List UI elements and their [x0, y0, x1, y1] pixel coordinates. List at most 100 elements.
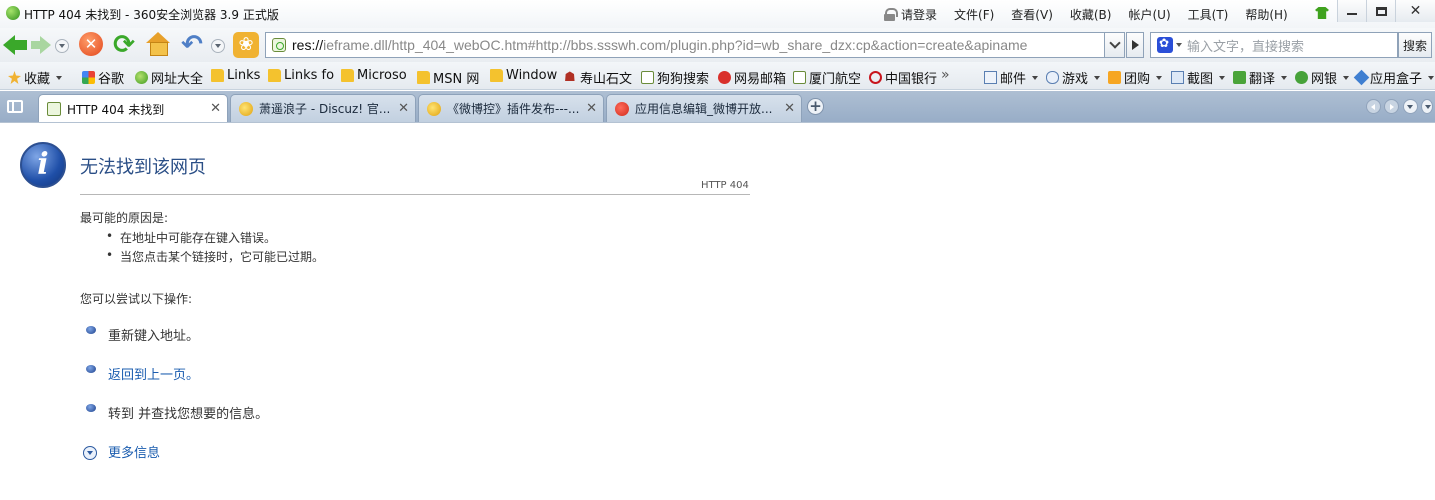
tool-games[interactable]: 游戏 [1046, 68, 1101, 87]
stop-icon[interactable]: ✕ [79, 32, 103, 56]
tool-groupbuy[interactable]: 团购 [1108, 68, 1163, 87]
bookmark-label: 谷歌 [98, 72, 125, 87]
tab-close-icon[interactable]: ✕ [784, 102, 795, 115]
bullet-icon [86, 365, 96, 373]
back-arrow-icon[interactable] [3, 32, 29, 58]
more-info-link[interactable]: 更多信息 [108, 442, 160, 461]
bookmark-msn[interactable]: MSN 网 [417, 68, 479, 87]
close-window-button[interactable]: ✕ [1395, 0, 1435, 22]
dropdown-icon [1219, 75, 1226, 80]
minimize-button[interactable] [1337, 0, 1366, 22]
bookmark-shoushan[interactable]: ☗ 寿山石文 [564, 68, 632, 87]
screenshot-icon [1171, 71, 1184, 84]
bookmark-windows[interactable]: Window [490, 68, 557, 83]
bookmark-label: MSN 网 [433, 72, 480, 87]
maximize-button[interactable] [1366, 0, 1395, 22]
tab-discuz[interactable]: 萧遥浪子 - Discuz! 官... ✕ [230, 94, 416, 122]
tool-label: 团购 [1124, 72, 1151, 87]
menu-view[interactable]: 查看(V) [1011, 6, 1053, 23]
bookmark-label: 狗狗搜索 [657, 72, 710, 87]
bookmarks-bar: 收藏 谷歌 网址大全 Links Links fo Microso MSN 网 … [0, 62, 1435, 90]
tab-title: 萧遥浪子 - Discuz! 官... [259, 102, 391, 116]
tab-title: HTTP 404 未找到 [67, 102, 165, 117]
dropdown-icon [56, 75, 63, 80]
paw-icon[interactable] [233, 32, 259, 58]
stone-icon: ☗ [564, 70, 576, 85]
bookmark-label: 中国银行 [885, 72, 938, 87]
refresh-icon[interactable] [111, 32, 137, 58]
user-lock-icon [884, 8, 898, 21]
menu-account[interactable]: 帐户(U) [1128, 6, 1170, 23]
undo-dropdown-icon[interactable] [211, 39, 225, 53]
undo-close-tab-icon[interactable] [179, 32, 205, 58]
home-icon[interactable] [145, 32, 171, 58]
tab-list-icon[interactable] [1403, 99, 1418, 114]
title-bar: HTTP 404 未找到 - 360安全浏览器 3.9 正式版 请登录 文件(F… [0, 0, 1435, 28]
tab-close-icon[interactable]: ✕ [210, 102, 221, 115]
go-back-link[interactable]: 返回到上一页。 [108, 364, 199, 383]
tool-mail[interactable]: 邮件 [984, 68, 1039, 87]
bookmark-label: Links fo [284, 68, 335, 83]
causes-heading: 最可能的原因是: [80, 211, 169, 225]
url-path: ieframe.dll/http_404_webOC.htm#http://bb… [323, 37, 1028, 53]
app-box-icon [1353, 69, 1370, 86]
menu-favorites[interactable]: 收藏(B) [1070, 6, 1112, 23]
tab-title: 应用信息编辑_微博开放... [635, 102, 773, 116]
gamepad-icon [1046, 71, 1059, 84]
group-buy-icon [1108, 71, 1121, 84]
tab-close-icon[interactable]: ✕ [586, 102, 597, 115]
navigation-bar: ✕ res://ieframe.dll/http_404_webOC.htm#h… [0, 28, 1435, 62]
tool-ebank[interactable]: 网银 [1295, 68, 1350, 87]
bookmark-label: 网址大全 [151, 72, 204, 87]
expand-more-icon[interactable] [83, 446, 97, 460]
dropdown-icon [1428, 75, 1435, 80]
bank-of-china-icon [869, 71, 882, 84]
search-input[interactable]: 输入文字，直接搜索 [1150, 32, 1398, 58]
tool-translate[interactable]: 翻译 [1233, 68, 1288, 87]
bookmark-label: 寿山石文 [580, 72, 633, 87]
new-tab-button[interactable]: + [807, 98, 824, 115]
folder-icon [417, 71, 430, 84]
search-button[interactable]: 搜索 [1398, 32, 1432, 58]
bookmark-links-for[interactable]: Links fo [268, 68, 334, 83]
address-dropdown-button[interactable] [1105, 32, 1125, 58]
sidebar-toggle-icon[interactable] [7, 100, 23, 113]
login-button[interactable]: 请登录 [884, 6, 937, 23]
bookmark-boc[interactable]: 中国银行 [869, 68, 937, 87]
search-engine-icon[interactable] [1157, 36, 1173, 53]
tool-app-box[interactable]: 应用盒子 [1353, 68, 1435, 87]
engine-dropdown-icon[interactable] [1176, 43, 1182, 47]
forward-arrow-icon[interactable] [31, 32, 53, 58]
address-bar[interactable]: res://ieframe.dll/http_404_webOC.htm#htt… [265, 32, 1105, 58]
menu-help[interactable]: 帮助(H) [1245, 6, 1287, 23]
bookmark-label: Microso [357, 68, 407, 83]
bookmark-163-mail[interactable]: 网易邮箱 [718, 68, 786, 87]
tab-scroll-right-icon[interactable] [1384, 99, 1399, 114]
bookmark-google[interactable]: 谷歌 [82, 68, 124, 87]
cause-text: 当您点击某个链接时，它可能已过期。 [120, 250, 325, 264]
bullet-icon [86, 404, 96, 412]
tool-screenshot[interactable]: 截图 [1171, 68, 1226, 87]
tab-http-404[interactable]: HTTP 404 未找到 ✕ [38, 94, 228, 123]
tab-strip: HTTP 404 未找到 ✕ 萧遥浪子 - Discuz! 官... ✕ 《微博… [0, 91, 1435, 123]
bookmark-gougou[interactable]: 狗狗搜索 [641, 68, 709, 87]
tab-menu-icon[interactable] [1421, 99, 1433, 114]
address-url[interactable]: res://ieframe.dll/http_404_webOC.htm#htt… [292, 37, 1104, 53]
skin-shirt-icon[interactable] [1315, 7, 1329, 19]
weibo-icon [615, 102, 629, 116]
tab-scroll-left-icon[interactable] [1366, 99, 1381, 114]
bookmark-hao123[interactable]: 网址大全 [135, 68, 203, 87]
tab-weibo-plugin[interactable]: 《微博控》插件发布---... ✕ [418, 94, 604, 122]
dropdown-icon [1281, 75, 1288, 80]
history-dropdown-icon[interactable] [55, 39, 69, 53]
bookmark-xiamen-air[interactable]: 厦门航空 [793, 68, 861, 87]
tab-weibo-app[interactable]: 应用信息编辑_微博开放... ✕ [606, 94, 802, 122]
tab-close-icon[interactable]: ✕ [398, 102, 409, 115]
bookmark-favorites-menu[interactable]: 收藏 [8, 68, 63, 87]
menu-file[interactable]: 文件(F) [954, 6, 994, 23]
bookmark-microsoft[interactable]: Microso [341, 68, 407, 83]
bookmark-links[interactable]: Links [211, 68, 260, 83]
bookmarks-more-chevron[interactable]: » [941, 67, 950, 83]
menu-tools[interactable]: 工具(T) [1188, 6, 1229, 23]
go-button[interactable] [1126, 32, 1144, 58]
